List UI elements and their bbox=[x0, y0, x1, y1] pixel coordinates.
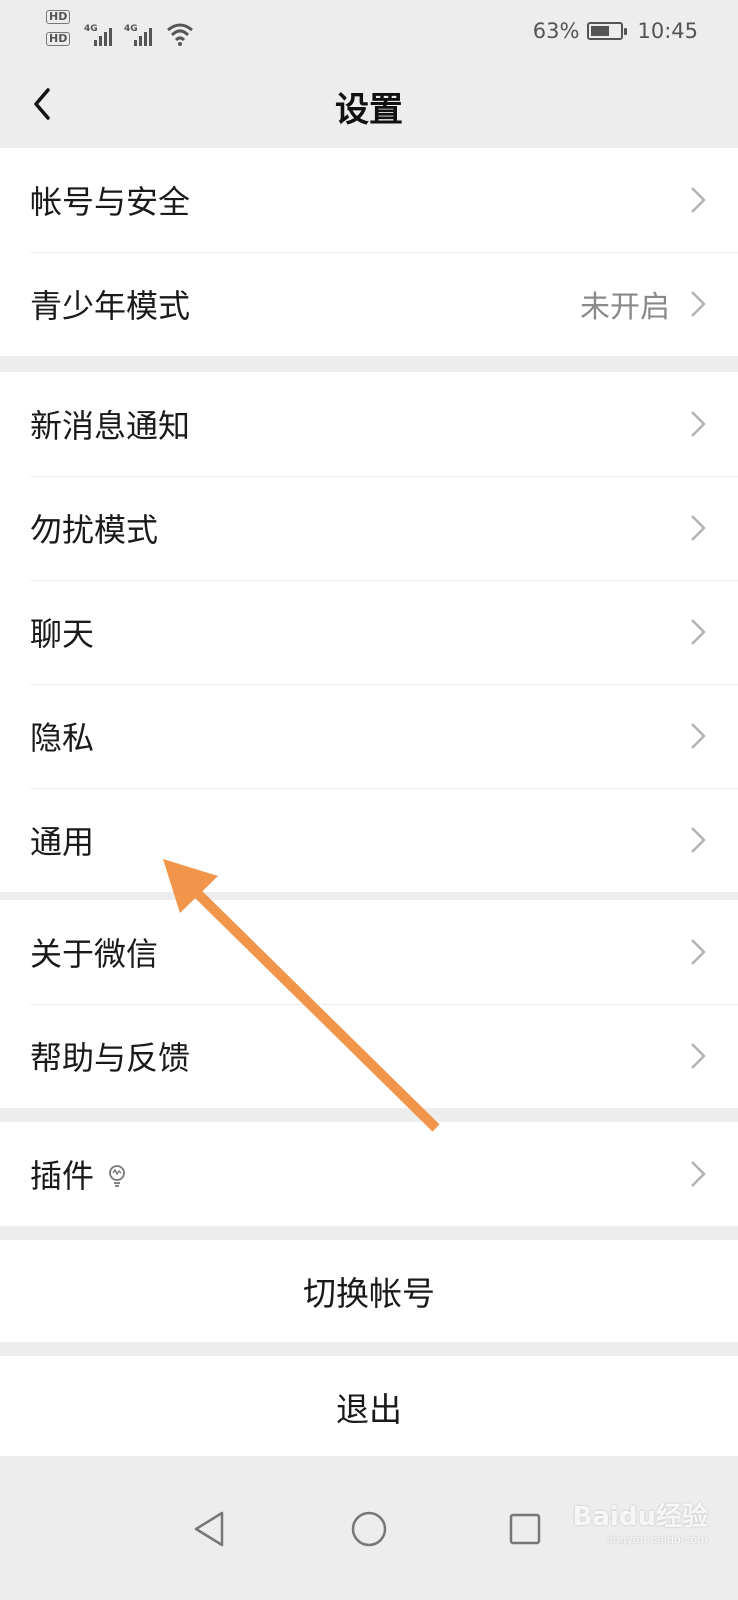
settings-item-label: 青少年模式 bbox=[30, 287, 191, 325]
settings-group-account: 帐号与安全 青少年模式 未开启 bbox=[0, 148, 738, 356]
settings-item-label: 隐私 bbox=[30, 719, 95, 757]
page-title: 设置 bbox=[335, 90, 403, 130]
status-bar: HD HD 4G 4G 63% 10:45 bbox=[0, 0, 738, 62]
hd-badge-2: HD bbox=[46, 32, 71, 46]
watermark: Baidu经验 jingyan.baidu.com bbox=[573, 1496, 708, 1546]
watermark-sub: jingyan.baidu.com bbox=[606, 1533, 708, 1546]
chevron-right-icon bbox=[691, 187, 706, 213]
settings-item-label: 帐号与安全 bbox=[30, 183, 191, 221]
switch-account-button[interactable]: 切换帐号 bbox=[0, 1240, 738, 1342]
settings-item-label: 通用 bbox=[30, 823, 95, 861]
settings-group-plugins: 插件 bbox=[0, 1122, 738, 1226]
chevron-right-icon bbox=[691, 827, 706, 853]
battery-icon bbox=[587, 22, 628, 40]
settings-item-label: 帮助与反馈 bbox=[30, 1039, 191, 1077]
settings-item-teen-mode[interactable]: 青少年模式 未开启 bbox=[0, 252, 738, 356]
circle-home-icon[interactable] bbox=[350, 1510, 388, 1548]
square-recent-icon[interactable] bbox=[508, 1512, 542, 1546]
settings-item-notifications[interactable]: 新消息通知 bbox=[0, 372, 738, 476]
settings-item-label: 聊天 bbox=[30, 615, 95, 653]
watermark-text: Baidu经验 bbox=[572, 1502, 708, 1532]
settings-item-account-security[interactable]: 帐号与安全 bbox=[0, 148, 738, 252]
plugins-label-text: 插件 bbox=[30, 1157, 95, 1195]
chevron-right-icon bbox=[691, 1043, 706, 1069]
chevron-right-icon bbox=[691, 1161, 706, 1187]
settings-item-plugins[interactable]: 插件 bbox=[0, 1122, 738, 1226]
settings-item-do-not-disturb[interactable]: 勿扰模式 bbox=[0, 476, 738, 580]
status-bar-right: 63% 10:45 bbox=[533, 16, 698, 46]
settings-item-chat[interactable]: 聊天 bbox=[0, 580, 738, 684]
nav-bar: 设置 bbox=[0, 62, 738, 149]
settings-group-general: 新消息通知 勿扰模式 聊天 隐私 通用 bbox=[0, 372, 738, 892]
wifi-icon bbox=[167, 23, 193, 46]
settings-item-label: 关于微信 bbox=[30, 935, 159, 973]
chevron-right-icon bbox=[691, 291, 706, 317]
battery-percent: 63% bbox=[532, 19, 580, 43]
chevron-right-icon bbox=[691, 411, 706, 437]
chevron-right-icon bbox=[691, 939, 706, 965]
settings-item-about-wechat[interactable]: 关于微信 bbox=[0, 900, 738, 1004]
chevron-right-icon bbox=[691, 723, 706, 749]
hd-badge-1: HD bbox=[46, 10, 71, 24]
settings-item-label: 勿扰模式 bbox=[30, 511, 159, 549]
settings-item-privacy[interactable]: 隐私 bbox=[0, 684, 738, 788]
triangle-back-icon[interactable] bbox=[192, 1510, 228, 1548]
clock: 10:45 bbox=[637, 19, 698, 43]
chevron-right-icon bbox=[691, 619, 706, 645]
settings-item-label: 插件 bbox=[30, 1151, 128, 1197]
settings-item-value: 未开启 bbox=[580, 290, 670, 325]
chevron-right-icon bbox=[691, 515, 706, 541]
settings-group-about: 关于微信 帮助与反馈 bbox=[0, 900, 738, 1108]
logout-button[interactable]: 退出 bbox=[0, 1356, 738, 1458]
settings-item-label: 新消息通知 bbox=[30, 407, 191, 445]
lightbulb-icon bbox=[109, 1165, 125, 1187]
settings-item-general[interactable]: 通用 bbox=[0, 788, 738, 892]
settings-item-help-feedback[interactable]: 帮助与反馈 bbox=[0, 1004, 738, 1108]
system-nav-bar: Baidu经验 jingyan.baidu.com bbox=[0, 1456, 738, 1600]
